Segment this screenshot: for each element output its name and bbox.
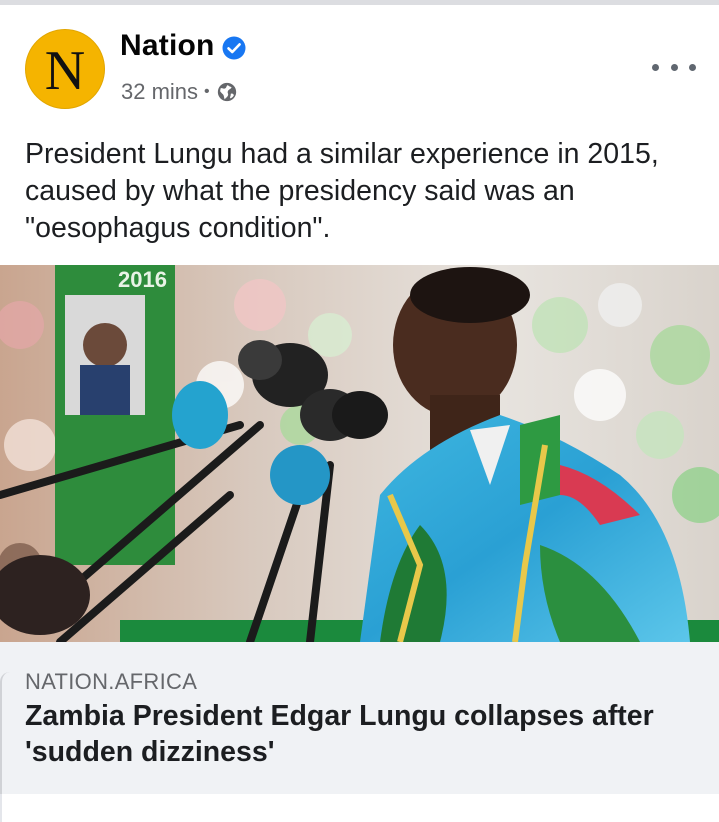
more-dot: [652, 63, 659, 71]
post-footer-space: [0, 794, 719, 822]
post-meta: 32 mins •: [121, 79, 238, 105]
page-name[interactable]: Nation: [120, 29, 215, 63]
post-time[interactable]: 32 mins: [121, 79, 198, 105]
svg-text:2016: 2016: [118, 267, 167, 292]
link-domain: NATION.AFRICA: [25, 669, 198, 694]
link-headline[interactable]: Zambia President Edgar Lungu collapses a…: [25, 698, 705, 770]
post-photo[interactable]: 2016: [0, 265, 719, 642]
card-edge: [0, 672, 12, 794]
meta-separator: •: [204, 83, 210, 100]
page-avatar[interactable]: N: [25, 29, 105, 109]
more-options-icon[interactable]: [652, 55, 696, 79]
link-preview-card[interactable]: NATION.AFRICA Zambia President Edgar Lun…: [0, 642, 719, 794]
post-header: N Nation 32 mins •: [0, 5, 719, 125]
avatar-letter: N: [44, 40, 86, 102]
post-text: President Lungu had a similar experience…: [25, 138, 659, 244]
globe-icon[interactable]: [216, 81, 238, 103]
verified-badge-icon: [222, 36, 246, 60]
speaker-photo-illustration: 2016: [0, 265, 719, 642]
more-dot: [689, 63, 696, 71]
more-dot: [670, 63, 678, 71]
